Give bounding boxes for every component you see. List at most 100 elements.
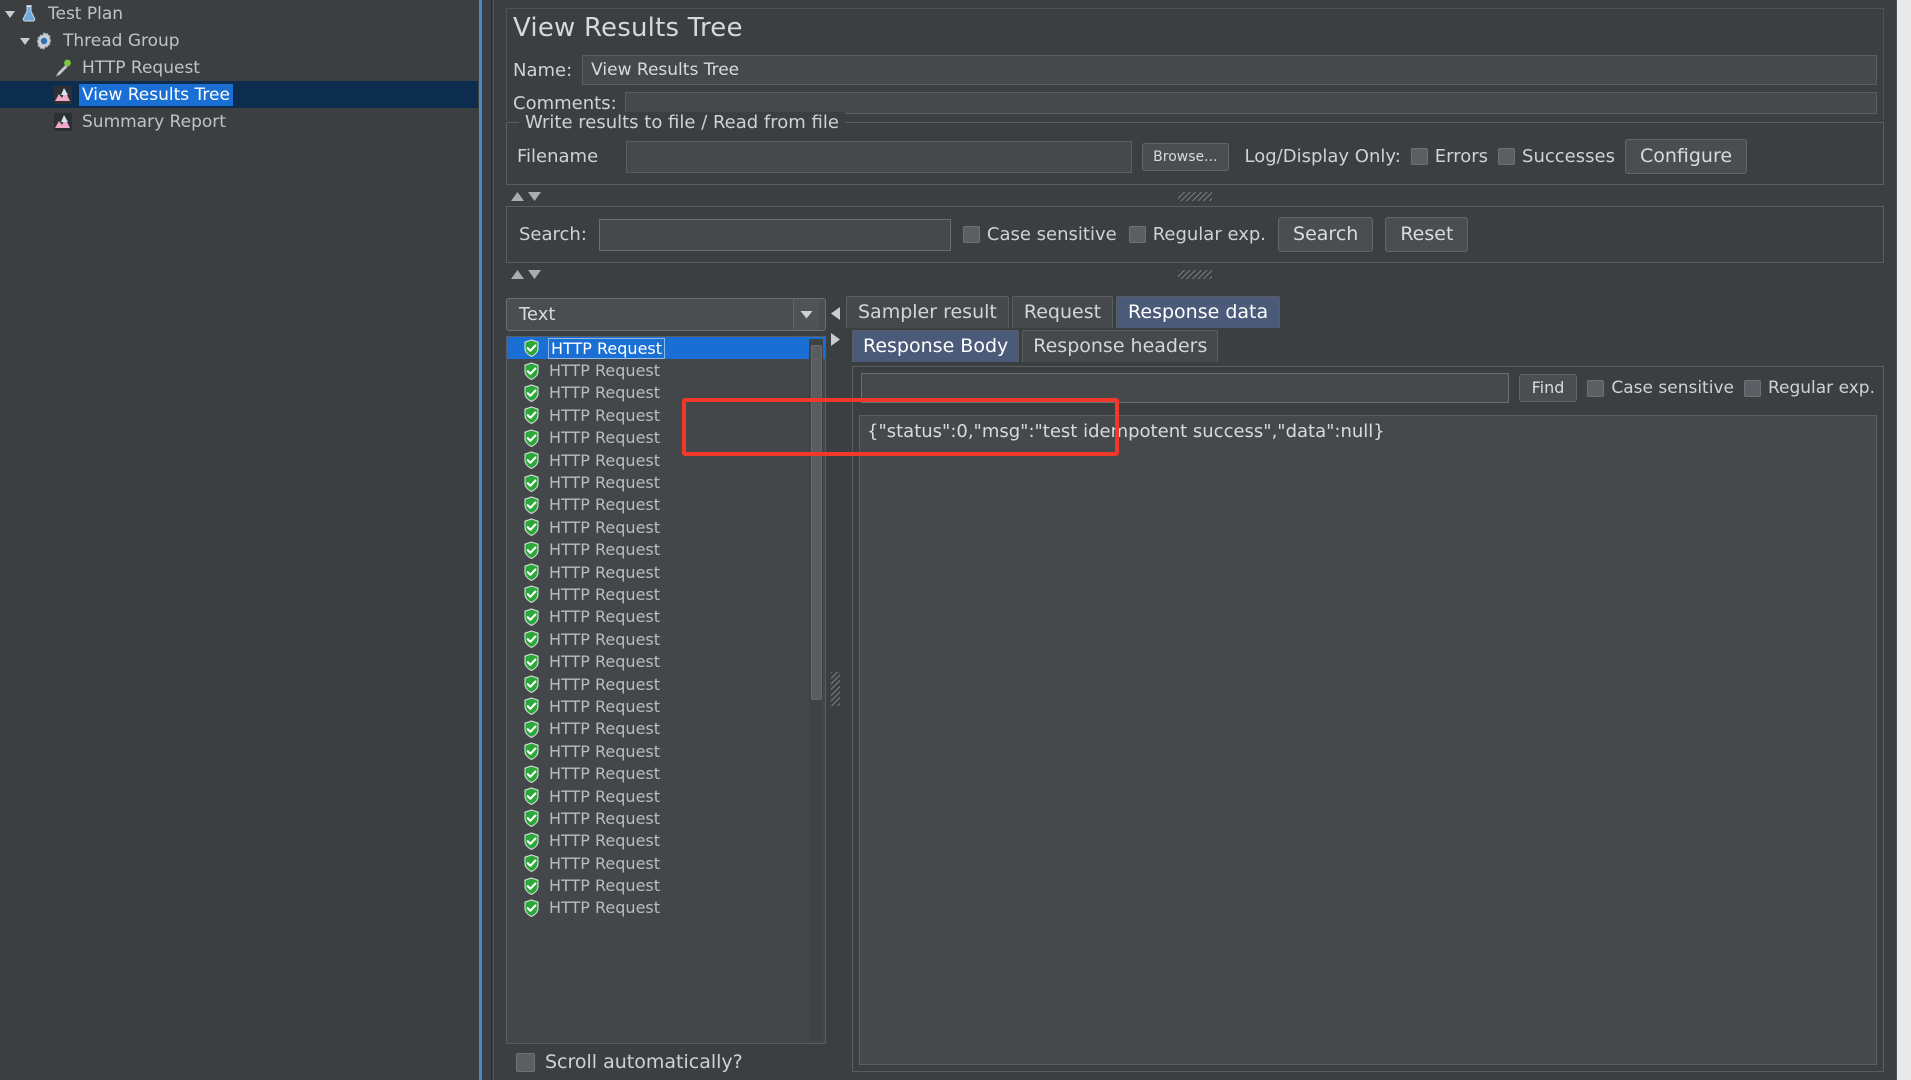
tab-request[interactable]: Request [1011, 296, 1114, 328]
search-case-sensitive-checkbox[interactable]: Case sensitive [962, 224, 1117, 245]
tree-item-test-plan[interactable]: Test Plan [0, 0, 478, 27]
tab-response-headers[interactable]: Response headers [1022, 330, 1219, 362]
search-case-sensitive-box[interactable] [962, 226, 980, 243]
tree-item-view-results-tree[interactable]: View Results Tree [0, 81, 478, 108]
result-list-item[interactable]: HTTP Request [507, 359, 825, 381]
result-list-item[interactable]: HTTP Request [507, 404, 825, 426]
result-list-item[interactable]: HTTP Request [507, 874, 825, 896]
find-regular-exp-checkbox[interactable]: Regular exp. [1743, 378, 1875, 398]
result-list-item[interactable]: HTTP Request [507, 852, 825, 874]
triangle-up-icon [511, 191, 524, 201]
filename-input[interactable] [626, 140, 1133, 173]
result-list-item[interactable]: HTTP Request [507, 427, 825, 449]
result-list-item[interactable]: HTTP Request [507, 807, 825, 829]
results-splitter[interactable] [828, 298, 844, 1080]
success-shield-icon [523, 473, 540, 492]
find-input[interactable] [861, 373, 1509, 403]
find-case-sensitive-box[interactable] [1587, 379, 1605, 397]
success-shield-icon [523, 630, 540, 649]
result-list-item[interactable]: HTTP Request [507, 650, 825, 672]
comments-input[interactable] [624, 92, 1877, 114]
collapse-arrows-bottom[interactable] [506, 266, 1884, 282]
search-regular-exp-checkbox[interactable]: Regular exp. [1128, 224, 1266, 245]
triangle-down-icon [528, 269, 541, 279]
success-shield-icon [523, 541, 540, 559]
comments-label: Comments: [513, 92, 617, 114]
result-list-item[interactable]: HTTP Request [507, 785, 825, 807]
flask-icon [18, 3, 40, 25]
result-list-item-label: HTTP Request [549, 540, 661, 560]
name-input[interactable]: View Results Tree [582, 55, 1877, 85]
result-list-item[interactable]: HTTP Request [507, 673, 825, 695]
result-list-item[interactable]: HTTP Request [507, 583, 825, 605]
chevron-down-icon[interactable] [2, 0, 18, 27]
find-button[interactable]: Find [1518, 374, 1578, 402]
success-shield-icon [523, 742, 540, 761]
resize-grip[interactable] [1178, 192, 1212, 201]
success-shield-icon [523, 899, 540, 918]
success-shield-icon [523, 406, 540, 425]
filename-label: Filename [517, 146, 599, 167]
render-selector-dropdown[interactable]: Text [506, 298, 826, 331]
errors-checkbox-box[interactable] [1410, 148, 1428, 165]
find-regular-exp-box[interactable] [1743, 379, 1761, 397]
tab-response-data[interactable]: Response data [1116, 296, 1281, 328]
tab-sampler-result[interactable]: Sampler result [846, 296, 1009, 328]
result-list-item-label: HTTP Request [549, 808, 661, 828]
result-list-item[interactable]: HTTP Request [507, 561, 825, 583]
triangle-down-icon [528, 191, 541, 201]
collapse-arrows-top[interactable] [506, 188, 1884, 204]
result-list-item[interactable]: HTTP Request [507, 449, 825, 471]
result-list-item[interactable]: HTTP Request [507, 471, 825, 493]
tree-item-summary-report[interactable]: Summary Report [0, 108, 478, 135]
triangle-right-icon[interactable] [830, 332, 841, 351]
result-list-item[interactable]: HTTP Request [507, 762, 825, 784]
triangle-left-icon[interactable] [830, 306, 841, 325]
configure-button[interactable]: Configure [1624, 139, 1748, 174]
successes-checkbox[interactable]: Successes [1498, 146, 1615, 167]
pane-splitter[interactable] [482, 0, 492, 1080]
results-list-scrollbar[interactable] [809, 339, 823, 1041]
test-plan-tree: Test Plan Thread Group HTTP Request View Re… [0, 0, 478, 1080]
tree-item-thread-group[interactable]: Thread Group [0, 27, 478, 54]
chevron-down-icon[interactable] [17, 27, 33, 54]
successes-checkbox-box[interactable] [1498, 148, 1516, 165]
result-list-item[interactable]: HTTP Request [507, 494, 825, 516]
result-list-item[interactable]: HTTP Request [507, 606, 825, 628]
result-list-item-label: HTTP Request [549, 562, 661, 582]
search-label: Search: [519, 224, 587, 245]
scroll-automatically-checkbox[interactable]: Scroll automatically? [506, 1048, 743, 1076]
scroll-automatically-box[interactable] [516, 1052, 535, 1072]
result-list-item[interactable]: HTTP Request [507, 628, 825, 650]
chart-icon [52, 84, 74, 106]
result-list-item[interactable]: HTTP Request [507, 337, 825, 360]
splitter-grip[interactable] [831, 672, 840, 706]
success-shield-icon [523, 585, 540, 604]
result-list-item[interactable]: HTTP Request [507, 695, 825, 717]
results-list-scrollbar-thumb[interactable] [811, 345, 822, 700]
result-list-item[interactable]: HTTP Request [507, 897, 825, 919]
search-input[interactable] [598, 218, 951, 251]
response-body-text[interactable]: {"status":0,"msg":"test idempotent succe… [859, 415, 1877, 1065]
result-list-item[interactable]: HTTP Request [507, 539, 825, 561]
browse-button[interactable]: Browse... [1142, 142, 1229, 171]
tree-item-http-request[interactable]: HTTP Request [0, 54, 478, 81]
result-list-item[interactable]: HTTP Request [507, 740, 825, 762]
tree-twisty-placeholder [36, 81, 52, 108]
errors-checkbox[interactable]: Errors [1410, 146, 1488, 167]
resize-grip[interactable] [1178, 270, 1212, 279]
find-case-sensitive-checkbox[interactable]: Case sensitive [1587, 378, 1734, 398]
result-list-item[interactable]: HTTP Request [507, 830, 825, 852]
result-list-item[interactable]: HTTP Request [507, 516, 825, 538]
result-list-item-label: HTTP Request [549, 674, 661, 694]
chevron-down-icon[interactable] [793, 299, 819, 330]
tab-response-body[interactable]: Response Body [852, 330, 1020, 362]
sampler-results-list[interactable]: HTTP Request HTTP Request HTTP Request HTTP… [506, 336, 826, 1044]
result-list-item[interactable]: HTTP Request [507, 382, 825, 404]
search-regular-exp-box[interactable] [1128, 226, 1146, 243]
scroll-automatically-label: Scroll automatically? [545, 1051, 743, 1073]
reset-button[interactable]: Reset [1385, 217, 1469, 252]
search-button[interactable]: Search [1278, 217, 1374, 252]
result-list-item[interactable]: HTTP Request [507, 718, 825, 740]
success-shield-icon [523, 765, 540, 783]
